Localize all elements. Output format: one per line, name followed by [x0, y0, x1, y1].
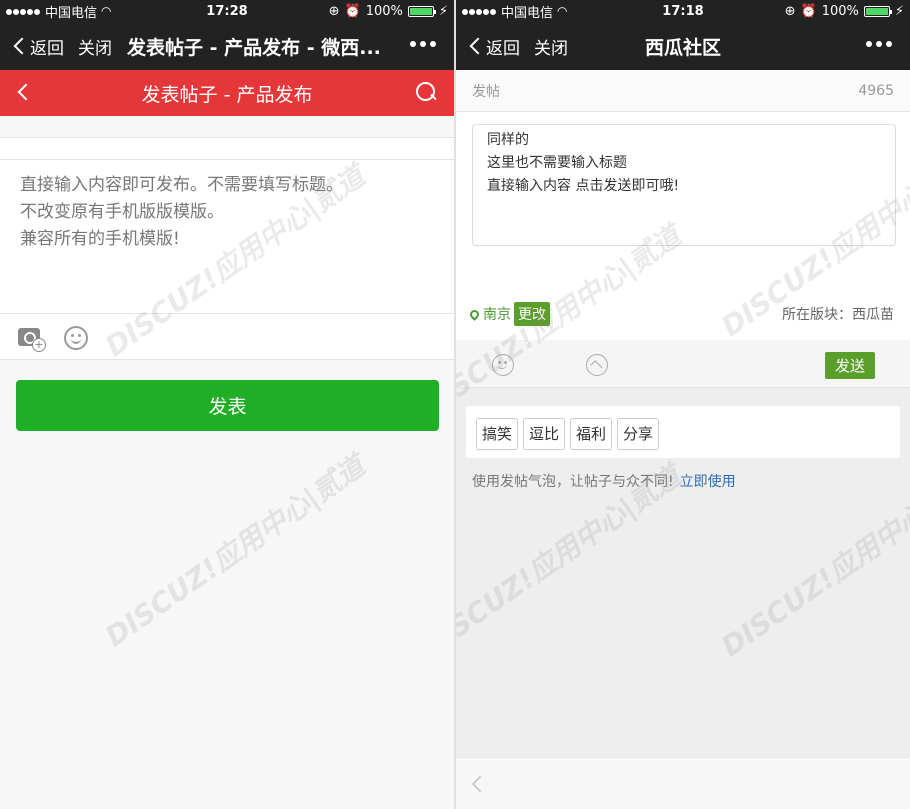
wechat-nav-bar: 返回 关闭 西瓜社区 [456, 22, 910, 70]
more-icon[interactable] [866, 41, 892, 47]
watermark: DISCUZ!应用中心|贰道 [715, 459, 910, 664]
search-icon[interactable] [416, 82, 436, 102]
content-line: 同样的 [487, 132, 529, 148]
content-line: 不改变原有手机版版模版。 [20, 202, 224, 222]
left-screen: 中国电信 ◠ 17:28 ⊕ ⏰ 100% ⚡ 返回 关闭 发表帖子 - 产品发… [0, 0, 454, 809]
chevron-left-icon[interactable] [17, 83, 35, 101]
char-count: 4965 [858, 82, 894, 99]
status-bar: 中国电信 ◠ 17:18 ⊕ ⏰ 100% ⚡ [456, 0, 910, 22]
location-pin-icon [468, 307, 481, 321]
promo-link[interactable]: 立即使用 [680, 474, 736, 490]
promo-text: 使用发帖气泡，让帖子与众不同! [472, 474, 674, 490]
send-button[interactable]: 发送 [824, 352, 875, 379]
status-bar: 中国电信 ◠ 17:28 ⊕ ⏰ 100% ⚡ [0, 0, 454, 22]
tag-button[interactable]: 逗比 [523, 418, 566, 450]
post-body: 同样的 这里也不需要输入标题 直接输入内容 点击发送即可哦! 南京 更改 所在版… [456, 112, 910, 340]
content-textarea[interactable]: 直接输入内容即可发布。不需要填写标题。 不改变原有手机版版模版。 兼容所有的手机… [0, 160, 454, 314]
content-line: 直接输入内容 点击发送即可哦! [487, 178, 680, 194]
right-screen: 中国电信 ◠ 17:18 ⊕ ⏰ 100% ⚡ 返回 关闭 西瓜社区 发帖 49… [456, 0, 910, 809]
forum-header: 发表帖子 - 产品发布 [0, 70, 454, 116]
title-spacer [0, 116, 454, 138]
battery-percent: 100% [821, 3, 859, 19]
chevron-left-icon [13, 37, 31, 55]
location-name: 南京 [483, 307, 511, 323]
battery-icon [863, 5, 892, 17]
header-title: 发表帖子 - 产品发布 [141, 83, 313, 106]
emoji-icon[interactable] [64, 326, 88, 350]
post-header: 发帖 4965 [456, 70, 910, 112]
editor-toolbar [0, 314, 454, 360]
tag-button[interactable]: 搞笑 [476, 418, 519, 450]
page-title: 发表帖子 - 产品发布 - 微西... [127, 36, 381, 59]
content-textarea[interactable]: 同样的 这里也不需要输入标题 直接输入内容 点击发送即可哦! [472, 124, 896, 246]
location-row: 南京 更改 所在版块：西瓜苗 [468, 302, 894, 326]
watermark: DISCUZ!应用中心|贰道 [99, 449, 371, 654]
wechat-nav-bar: 返回 关闭 发表帖子 - 产品发布 - 微西... [0, 22, 454, 70]
content-line: 兼容所有的手机模版! [20, 229, 180, 249]
editor-toolbar: 发送 [456, 340, 910, 388]
alarm-icon: ⏰ [800, 3, 817, 19]
post-label: 发帖 [472, 83, 500, 100]
tag-button[interactable]: 福利 [570, 418, 613, 450]
content-line: 直接输入内容即可发布。不需要填写标题。 [20, 175, 343, 195]
back-button[interactable]: 返回 [12, 34, 64, 59]
promo-row: 使用发帖气泡，让帖子与众不同! 立即使用 [472, 471, 736, 491]
image-icon[interactable] [586, 354, 608, 376]
page-title: 西瓜社区 [644, 36, 721, 59]
tag-list: 搞笑 逗比 福利 分享 [466, 406, 900, 458]
close-button[interactable]: 关闭 [78, 34, 112, 59]
battery-icon [407, 5, 436, 17]
charging-icon: ⚡ [438, 3, 448, 19]
emoji-icon[interactable] [492, 354, 514, 376]
chevron-left-icon[interactable] [471, 775, 489, 793]
content-line: 这里也不需要输入标题 [487, 155, 627, 171]
submit-button[interactable]: 发表 [16, 380, 439, 431]
charging-icon: ⚡ [894, 3, 904, 19]
change-location-button[interactable]: 更改 [514, 302, 550, 326]
alarm-icon: ⏰ [344, 3, 361, 19]
forum-label: 所在版块：西瓜苗 [782, 307, 894, 323]
lock-icon: ⊕ [784, 3, 796, 19]
title-input[interactable] [0, 138, 454, 160]
tag-button[interactable]: 分享 [617, 418, 660, 450]
battery-percent: 100% [365, 3, 403, 19]
back-label: 返回 [30, 38, 64, 59]
camera-add-icon[interactable] [18, 328, 46, 352]
bottom-bar [456, 757, 910, 809]
lock-icon: ⊕ [328, 3, 340, 19]
more-icon[interactable] [410, 41, 436, 47]
